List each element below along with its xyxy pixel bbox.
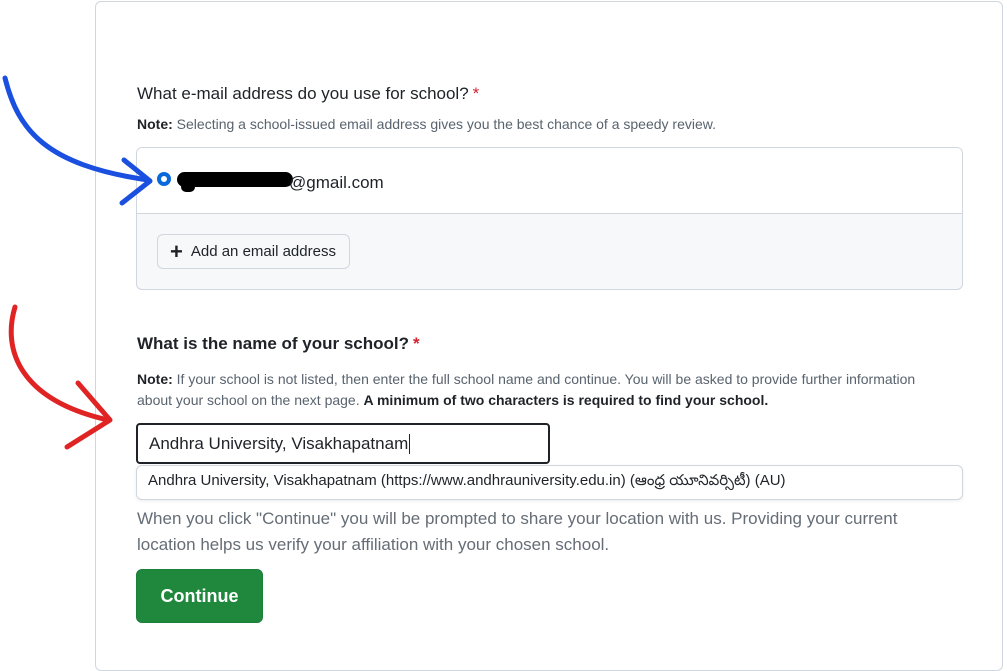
blue-annotation-arrow-icon — [2, 75, 153, 450]
